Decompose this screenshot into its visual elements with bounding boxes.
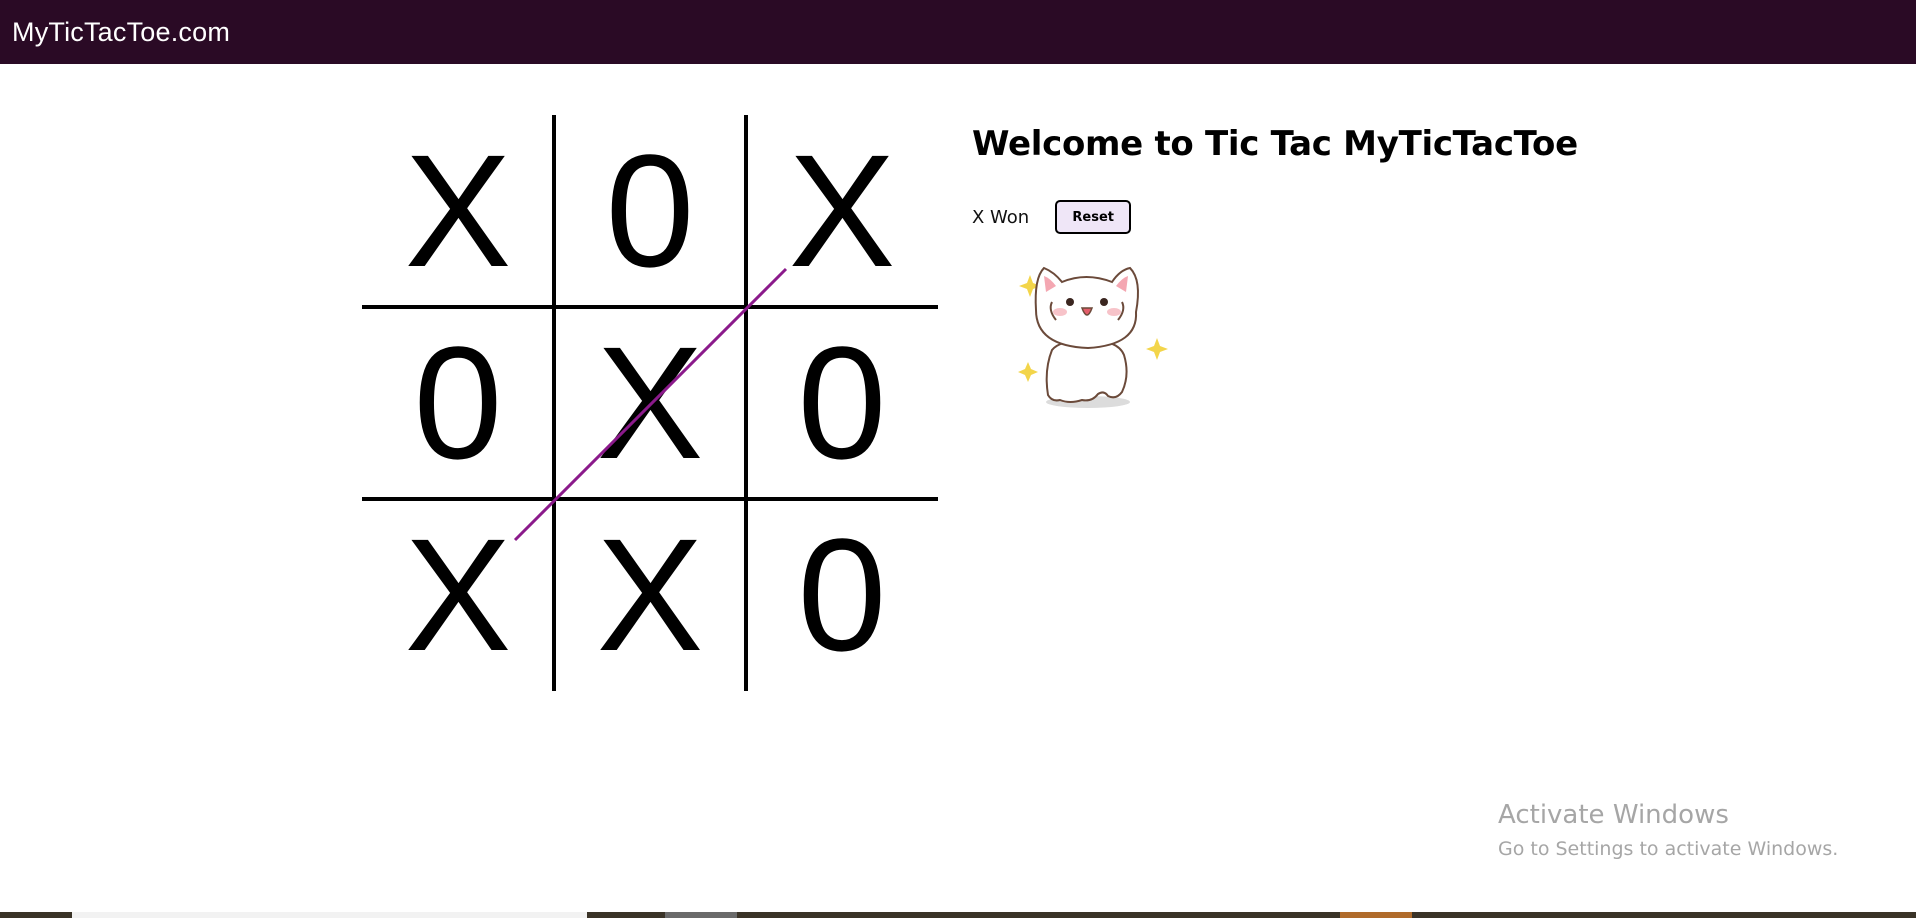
navbar: MyTicTacToe.com [0, 0, 1916, 64]
grid-line-vertical [552, 115, 556, 691]
board-cell[interactable]: X [554, 307, 746, 499]
status-row: X Won Reset [972, 200, 1132, 234]
game-status: X Won [972, 206, 1030, 228]
brand-link[interactable]: MyTicTacToe.com [12, 17, 230, 48]
page-title: Welcome to Tic Tac MyTicTacToe [972, 124, 1578, 164]
game-board: X 0 X 0 X 0 X X 0 [362, 115, 938, 691]
activation-watermark: Activate Windows Go to Settings to activ… [1498, 800, 1838, 860]
grid-line-horizontal [362, 305, 938, 309]
watermark-subtitle: Go to Settings to activate Windows. [1498, 838, 1839, 860]
board-cell[interactable]: X [746, 115, 938, 307]
board-cell[interactable]: 0 [746, 307, 938, 499]
happy-cat-icon [1000, 250, 1170, 420]
board-cell[interactable]: 0 [554, 115, 746, 307]
board-cell[interactable]: X [362, 115, 554, 307]
watermark-title: Activate Windows [1498, 800, 1729, 830]
reset-button[interactable]: Reset [1055, 200, 1132, 234]
taskbar-strip [0, 912, 1916, 918]
board-cell[interactable]: X [362, 499, 554, 691]
board-cell[interactable]: 0 [362, 307, 554, 499]
grid-line-vertical [744, 115, 748, 691]
board-cell[interactable]: 0 [746, 499, 938, 691]
board-cell[interactable]: X [554, 499, 746, 691]
info-panel: Welcome to Tic Tac MyTicTacToe [972, 124, 1578, 164]
grid-line-horizontal [362, 497, 938, 501]
